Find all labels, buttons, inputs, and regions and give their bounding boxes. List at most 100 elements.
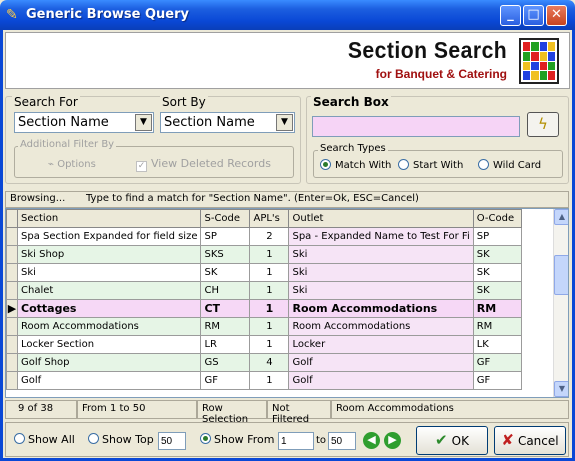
table-row[interactable]: Ski Shop SKS 1 Ski SK xyxy=(6,245,522,264)
table-cell-ocode[interactable]: SK xyxy=(472,245,522,264)
from-input[interactable] xyxy=(278,432,314,450)
table-cell-outlet[interactable]: Room Accommodations xyxy=(288,299,474,318)
chevron-down-icon[interactable]: ▼ xyxy=(276,114,293,131)
table-cell-ocode[interactable]: SP xyxy=(472,227,522,246)
table-cell-scode[interactable]: LR xyxy=(200,335,251,354)
minimize-button[interactable]: _ xyxy=(500,5,521,26)
table-cell-section[interactable]: Cottages xyxy=(16,299,202,318)
chevron-down-icon[interactable]: ▼ xyxy=(135,114,152,131)
column-header[interactable]: S-Code xyxy=(200,209,251,228)
table-cell-ocode[interactable]: LK xyxy=(472,335,522,354)
show-all-radio[interactable]: Show All xyxy=(14,433,75,446)
table-cell-scode[interactable]: GS xyxy=(200,353,251,372)
table-cell-ocode[interactable]: RM xyxy=(472,299,522,318)
table-cell-scode[interactable]: RM xyxy=(200,317,251,336)
results-grid[interactable]: Section S-Code APL's Outlet O-Code Spa S… xyxy=(5,208,569,398)
table-row[interactable]: Spa Section Expanded for field size SP 2 Sp… xyxy=(6,227,522,246)
logo-tile xyxy=(539,71,547,80)
table-cell-scode[interactable]: CT xyxy=(200,299,251,318)
table-cell-outlet[interactable]: Ski xyxy=(288,281,474,300)
search-for-select[interactable]: Section Name ▼ xyxy=(14,112,154,133)
table-cell-section[interactable]: Room Accommodations xyxy=(16,317,202,336)
table-cell-apls[interactable]: 1 xyxy=(249,245,290,264)
table-cell-ocode[interactable]: SK xyxy=(472,263,522,282)
table-cell-apls[interactable]: 1 xyxy=(249,317,290,336)
table-cell-ocode[interactable]: RM xyxy=(472,317,522,336)
table-cell-outlet[interactable]: Ski xyxy=(288,263,474,282)
row-indicator[interactable] xyxy=(6,263,18,282)
table-cell-outlet[interactable]: Ski xyxy=(288,245,474,264)
row-indicator[interactable] xyxy=(6,353,18,372)
table-cell-scode[interactable]: CH xyxy=(200,281,251,300)
table-cell-scode[interactable]: SP xyxy=(200,227,251,246)
title-bar[interactable]: ✎ Generic Browse Query _ □ ✕ xyxy=(0,0,575,30)
row-indicator[interactable] xyxy=(6,227,18,246)
table-cell-section[interactable]: Ski Shop xyxy=(16,245,202,264)
table-cell-section[interactable]: Locker Section xyxy=(16,335,202,354)
show-top-radio[interactable]: Show Top xyxy=(88,433,154,446)
table-row[interactable]: Locker Section LR 1 Locker LK xyxy=(6,335,522,354)
table-cell-outlet[interactable]: Golf xyxy=(288,371,474,390)
arrow-right-icon[interactable]: ▶ xyxy=(384,432,401,449)
column-header[interactable]: APL's xyxy=(249,209,290,228)
table-cell-apls[interactable]: 1 xyxy=(249,263,290,282)
table-cell-scode[interactable]: SK xyxy=(200,263,251,282)
lightning-icon[interactable]: ϟ xyxy=(527,112,559,137)
table-cell-section[interactable]: Golf xyxy=(16,371,202,390)
table-cell-ocode[interactable]: SK xyxy=(472,281,522,300)
table-cell-section[interactable]: Chalet xyxy=(16,281,202,300)
view-deleted-checkbox[interactable]: ✓ View Deleted Records xyxy=(136,157,271,172)
table-cell-apls[interactable]: 1 xyxy=(249,299,290,318)
radio-icon xyxy=(478,159,489,170)
table-row[interactable]: Room Accommodations RM 1 Room Accommodation… xyxy=(6,317,522,336)
scroll-up-icon[interactable]: ▲ xyxy=(554,209,568,225)
ok-button[interactable]: ✔ OK xyxy=(416,426,488,455)
table-cell-section[interactable]: Spa Section Expanded for field size xyxy=(16,227,202,246)
column-header[interactable]: O-Code xyxy=(472,209,522,228)
table-row[interactable]: Ski SK 1 Ski SK xyxy=(6,263,522,282)
table-row[interactable]: ▶ Cottages CT 1 Room Accommodations RM xyxy=(6,299,522,318)
scroll-down-icon[interactable]: ▼ xyxy=(554,381,568,397)
show-from-radio[interactable]: Show From xyxy=(200,433,274,446)
scroll-thumb[interactable] xyxy=(554,255,568,295)
table-cell-ocode[interactable]: GF xyxy=(472,371,522,390)
table-cell-outlet[interactable]: Room Accommodations xyxy=(288,317,474,336)
table-cell-scode[interactable]: SKS xyxy=(200,245,251,264)
arrow-left-icon[interactable]: ◀ xyxy=(363,432,380,449)
table-cell-scode[interactable]: GF xyxy=(200,371,251,390)
radio-wild-card[interactable]: Wild Card xyxy=(478,159,541,171)
column-header[interactable]: Outlet xyxy=(288,209,474,228)
table-cell-outlet[interactable]: Locker xyxy=(288,335,474,354)
table-cell-section[interactable]: Golf Shop xyxy=(16,353,202,372)
table-row[interactable]: Chalet CH 1 Ski SK xyxy=(6,281,522,300)
table-cell-apls[interactable]: 2 xyxy=(249,227,290,246)
radio-match-with[interactable]: Match With xyxy=(320,159,391,171)
row-indicator[interactable] xyxy=(6,335,18,354)
to-input[interactable] xyxy=(328,432,356,450)
cancel-button[interactable]: ✘ Cancel xyxy=(494,426,566,455)
table-cell-outlet[interactable]: Golf xyxy=(288,353,474,372)
table-cell-ocode[interactable]: GF xyxy=(472,353,522,372)
table-cell-section[interactable]: Ski xyxy=(16,263,202,282)
table-cell-apls[interactable]: 1 xyxy=(249,335,290,354)
row-indicator[interactable] xyxy=(6,317,18,336)
table-cell-outlet[interactable]: Spa - Expanded Name to Test For Fi xyxy=(288,227,474,246)
radio-start-with[interactable]: Start With xyxy=(398,159,463,171)
row-indicator[interactable] xyxy=(6,371,18,390)
current-row-icon[interactable]: ▶ xyxy=(6,299,18,318)
column-header[interactable]: Section xyxy=(16,209,202,228)
vertical-scrollbar[interactable]: ▲ ▼ xyxy=(553,209,568,397)
search-input[interactable] xyxy=(312,116,520,137)
show-top-input[interactable] xyxy=(158,432,186,450)
close-button[interactable]: ✕ xyxy=(546,5,567,26)
row-indicator[interactable] xyxy=(6,245,18,264)
table-cell-apls[interactable]: 1 xyxy=(249,281,290,300)
table-cell-apls[interactable]: 4 xyxy=(249,353,290,372)
table-row[interactable]: Golf Shop GS 4 Golf GF xyxy=(6,353,522,372)
maximize-button[interactable]: □ xyxy=(523,5,544,26)
table-cell-apls[interactable]: 1 xyxy=(249,371,290,390)
options-button[interactable]: ⌁ Options xyxy=(48,159,96,170)
sort-by-select[interactable]: Section Name ▼ xyxy=(160,112,295,133)
row-indicator[interactable] xyxy=(6,281,18,300)
table-row[interactable]: Golf GF 1 Golf GF xyxy=(6,371,522,390)
